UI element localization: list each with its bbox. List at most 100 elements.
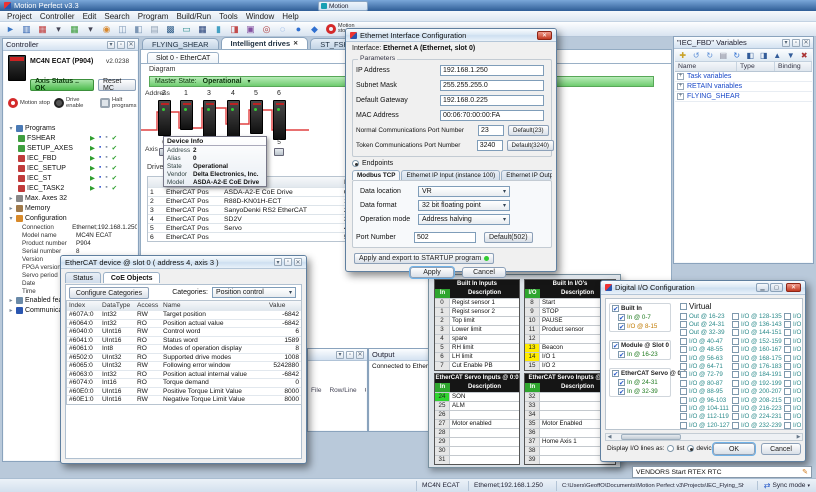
coe-tab-coe-objects[interactable]: CoE Objects — [103, 272, 161, 283]
panel-menu-icon[interactable]: ▾ — [336, 351, 344, 359]
maximize-icon[interactable]: ▢ — [770, 283, 783, 292]
io-range-row[interactable]: I/O @ 88-95 — [678, 388, 730, 396]
configure-categories-button[interactable]: Configure Categories — [69, 287, 149, 299]
io-row[interactable]: 2Top limit — [435, 316, 519, 325]
checkbox[interactable] — [784, 346, 791, 353]
menu-buildrun[interactable]: Build/Run — [172, 11, 215, 22]
categories-select[interactable]: Position control▾ — [212, 287, 296, 298]
dropdown-select[interactable]: VR▾ — [418, 186, 510, 197]
tree-expander-icon[interactable]: ▸ — [8, 307, 14, 314]
tree-program-fshear[interactable]: FSHEAR▶▪▪✔ — [6, 133, 137, 143]
checkbox[interactable] — [680, 346, 687, 353]
menu-project[interactable]: Project — [3, 11, 36, 22]
checkbox[interactable] — [680, 329, 687, 336]
program-manager-caret-icon[interactable]: ▾ — [51, 23, 66, 36]
io-row[interactable]: 7Cut Enable PB — [435, 361, 519, 370]
coe-object-row[interactable]: #6502:0UInt32ROSupported drive modes1008 — [67, 353, 301, 362]
close-icon[interactable]: ✕ — [537, 31, 552, 40]
tree-memory[interactable]: ▸Memory — [6, 203, 137, 213]
move-down-icon[interactable]: ▼ — [785, 50, 797, 61]
panel-menu-icon[interactable]: ▾ — [782, 39, 790, 47]
default-button[interactable]: Default(3240) — [507, 140, 555, 151]
io-range-row[interactable]: I/O @ 328-335 — [782, 404, 802, 412]
menu-help[interactable]: Help — [278, 11, 302, 22]
io-range-row[interactable]: I/O @ 192-199 — [730, 379, 782, 387]
checkbox[interactable] — [612, 370, 619, 377]
radio[interactable] — [687, 445, 694, 452]
io-range-row[interactable]: I/O @ 96-103 — [678, 396, 730, 404]
io-range-row[interactable]: I/O @ 160-167 — [730, 346, 782, 354]
tab-flying-shear[interactable]: FLYING_SHEAR — [142, 38, 219, 49]
io-config-titlebar[interactable]: Digital I/O Configuration ▁ ▢ ✕ — [601, 281, 805, 295]
new-window-icon[interactable]: ◫ — [115, 23, 130, 36]
dropdown-select[interactable]: Address halving▾ — [418, 214, 510, 225]
io-row[interactable]: 27Motor enabled — [435, 419, 519, 428]
panel-close-icon[interactable]: ✕ — [802, 39, 810, 47]
io-row[interactable]: 24SON — [435, 392, 519, 401]
io-range-row[interactable]: I/O @ 168-175 — [730, 354, 782, 362]
io-row[interactable]: 1Regist sensor 2 — [435, 307, 519, 316]
close-tab-icon[interactable]: ✕ — [293, 40, 298, 47]
delete-variable-icon[interactable]: ✖ — [799, 50, 811, 61]
checkbox[interactable] — [680, 321, 687, 328]
io-range-row[interactable]: I/O @ 224-231 — [730, 413, 782, 421]
coe-object-row[interactable]: #6040:0UInt16RWControl word6 — [67, 327, 301, 336]
display-option-list[interactable]: list — [667, 445, 684, 452]
checkbox[interactable] — [680, 413, 687, 420]
io-range-row[interactable]: I/O @ 72-79 — [678, 371, 730, 379]
watch-add-icon[interactable]: ◧ — [745, 50, 757, 61]
field-input[interactable]: 00:06:70:00:00:FA — [440, 110, 544, 121]
axis-icon[interactable] — [274, 148, 284, 156]
info-icon[interactable]: ● — [291, 23, 306, 36]
checkbox[interactable] — [784, 405, 791, 412]
drive-image[interactable] — [203, 100, 216, 140]
controller-tree-icon[interactable]: ▦ — [67, 23, 82, 36]
scroll-left-icon[interactable]: ◀ — [606, 434, 613, 440]
default-button[interactable]: Default(23) — [508, 125, 549, 136]
checkbox[interactable] — [784, 371, 791, 378]
io-range-row[interactable]: I/O @ 232-239 — [730, 421, 782, 429]
oscilloscope-icon[interactable]: ▭ — [179, 23, 194, 36]
io-row[interactable]: 26 — [435, 410, 519, 419]
checkbox[interactable] — [732, 363, 739, 370]
checkbox[interactable] — [732, 329, 739, 336]
io-range-row[interactable]: I/O @ 152-159 — [730, 337, 782, 345]
drive-image[interactable] — [180, 100, 193, 130]
motion-stop-button[interactable]: Motion stop — [8, 97, 50, 109]
checkbox[interactable] — [732, 388, 739, 395]
refresh-icon[interactable]: ↻ — [731, 50, 743, 61]
checkbox[interactable] — [680, 397, 687, 404]
coe-object-row[interactable]: #6065:0UInt32RWFollowing error window524… — [67, 361, 301, 370]
io-row[interactable]: 31 — [435, 455, 519, 464]
io-range-row[interactable]: I/O @ 120-127 — [678, 421, 730, 429]
checkbox[interactable] — [784, 413, 791, 420]
redo-icon[interactable]: ↻ — [704, 50, 716, 61]
checkbox[interactable] — [612, 305, 619, 312]
add-variable-icon[interactable]: ✚ — [677, 50, 689, 61]
io-range-row[interactable]: I/O @ 216-223 — [730, 404, 782, 412]
io-range-row[interactable]: I/O @ 128-135 — [730, 312, 782, 320]
io-row[interactable]: 28 — [435, 428, 519, 437]
checkbox[interactable] — [732, 371, 739, 378]
io-range-row[interactable]: I/O @ 272-279 — [782, 346, 802, 354]
io-range-row[interactable]: I/O @ 48-55 — [678, 346, 730, 354]
field-input[interactable]: 192.168.1.250 — [440, 65, 544, 76]
tree-max-axes[interactable]: ▸Max. Axes 32 — [6, 193, 137, 203]
io-range-row[interactable]: I/O @ 8-15 — [610, 322, 670, 331]
checkbox[interactable] — [618, 379, 625, 386]
scrollbar-thumb[interactable] — [621, 434, 681, 440]
digital-io-icon[interactable]: ◨ — [227, 23, 242, 36]
io-range-row[interactable]: I/O @ 320-327 — [782, 396, 802, 404]
sync-mode-button[interactable]: ⇄ Sync mode ▾ — [757, 481, 816, 490]
coe-object-row[interactable]: #6074:0Int16ROTorque demand0 — [67, 378, 301, 387]
minimize-icon[interactable]: ▁ — [756, 283, 769, 292]
endpoint-tab-1[interactable]: Ethernet IP Input (instance 100) — [401, 170, 500, 180]
endpoints-radio-row[interactable]: Endpoints — [346, 160, 556, 167]
panel-pin-icon[interactable]: ▫ — [346, 351, 354, 359]
io-range-row[interactable]: I/O @ 264-271 — [782, 337, 802, 345]
coe-object-row[interactable]: #6061:0Int8ROModes of operation display8 — [67, 344, 301, 353]
checkbox[interactable] — [618, 314, 625, 321]
field-input[interactable]: 3240 — [477, 140, 503, 151]
io-range-row[interactable]: I/O @ 288-295 — [782, 362, 802, 370]
ethernet-dialog-titlebar[interactable]: Ethernet Interface Configuration ✕ — [346, 29, 556, 42]
